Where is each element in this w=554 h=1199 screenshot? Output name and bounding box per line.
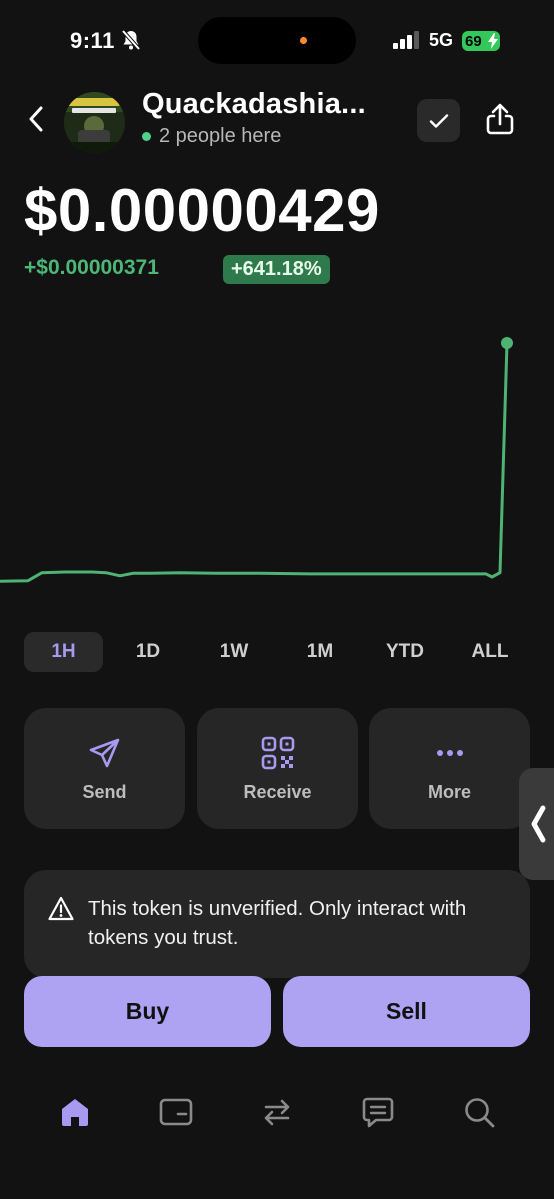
send-icon (86, 734, 124, 772)
tab-wallet[interactable] (156, 1092, 196, 1132)
current-price-point (501, 337, 513, 349)
side-panel-handle[interactable] (519, 768, 554, 880)
range-1m[interactable]: 1M (286, 632, 354, 672)
buy-button[interactable]: Buy (24, 976, 271, 1047)
battery-indicator: 69 (462, 31, 500, 51)
chat-icon (362, 1097, 394, 1128)
presence-text: 2 people here (159, 125, 282, 147)
battery-level: 69 (465, 32, 482, 50)
warning-text: This token is unverified. Only interact … (88, 897, 467, 949)
price-change-percent-badge: +641.18% (223, 255, 330, 284)
privacy-indicator (300, 37, 307, 44)
range-1d[interactable]: 1D (116, 632, 180, 672)
home-icon (62, 1099, 88, 1126)
send-label: Send (82, 782, 127, 802)
sell-button[interactable]: Sell (283, 976, 530, 1047)
warning-triangle-icon (48, 896, 74, 921)
tab-home[interactable] (55, 1092, 95, 1132)
charging-icon (488, 33, 498, 49)
network-type: 5G (429, 30, 454, 50)
receive-label: Receive (243, 782, 312, 802)
chevron-left-icon (531, 805, 546, 843)
more-label: More (427, 782, 471, 802)
dynamic-island (198, 17, 356, 64)
price-line (0, 342, 509, 583)
swap-icon (264, 1099, 290, 1126)
chevron-left-icon (29, 106, 43, 132)
send-button[interactable]: Send (24, 708, 185, 829)
more-dots-icon (431, 734, 469, 772)
share-icon (486, 103, 514, 135)
range-ytd[interactable]: YTD (370, 632, 440, 672)
more-button[interactable]: More (369, 708, 530, 829)
range-1w[interactable]: 1W (200, 632, 268, 672)
token-price: $0.00000429 (24, 177, 380, 244)
time-range-selector: 1H 1D 1W 1M YTD ALL (24, 632, 530, 672)
tab-swap[interactable] (257, 1092, 297, 1132)
range-all[interactable]: ALL (452, 632, 528, 672)
token-logo-image (64, 92, 125, 153)
back-button[interactable] (24, 104, 48, 134)
status-time: 9:11 (70, 28, 115, 53)
cellular-signal-icon (393, 31, 419, 49)
online-dot (142, 132, 151, 141)
tab-search[interactable] (459, 1092, 499, 1132)
unverified-token-warning: This token is unverified. Only interact … (24, 870, 530, 978)
watchlist-check-button[interactable] (417, 99, 460, 142)
price-chart[interactable] (0, 300, 554, 600)
bell-muted-icon (121, 29, 141, 51)
tab-messages[interactable] (358, 1092, 398, 1132)
token-avatar (64, 92, 125, 153)
checkmark-icon (429, 113, 448, 128)
price-change: +$0.00000371 (24, 256, 159, 279)
presence-indicator: 2 people here (142, 125, 281, 148)
range-1h[interactable]: 1H (24, 632, 103, 672)
token-name: Quackadashia... (142, 88, 366, 120)
share-button[interactable] (480, 99, 520, 139)
receive-button[interactable]: Receive (197, 708, 358, 829)
status-bar: 9:11 5G 69 (0, 0, 554, 80)
wallet-icon (159, 1098, 193, 1126)
qr-code-icon (259, 734, 297, 772)
search-icon (465, 1098, 495, 1128)
